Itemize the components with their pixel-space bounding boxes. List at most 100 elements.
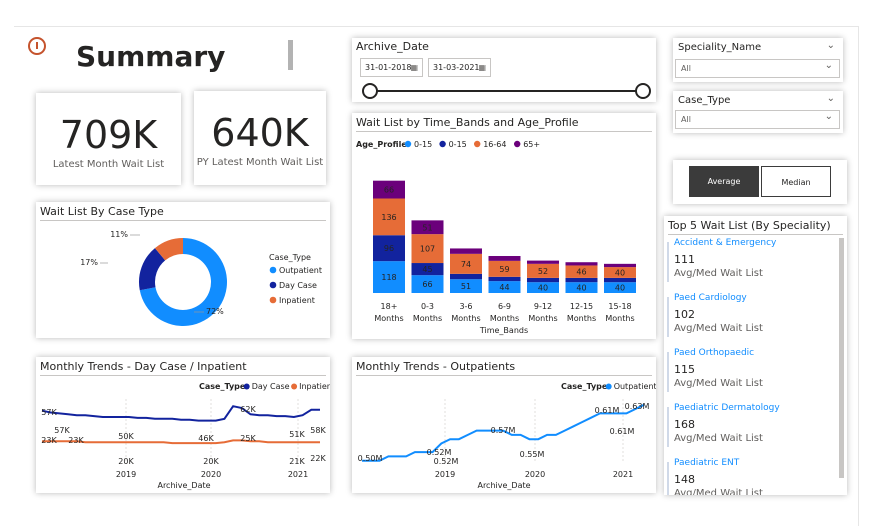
calendar-icon[interactable]: ▦ — [478, 59, 486, 76]
legend-marker — [243, 383, 250, 390]
legend-marker — [269, 281, 277, 289]
donut-chart[interactable]: 72% 17% 11% Case_Type Outpatient Day Case Inpa… — [36, 202, 330, 338]
slicer-title: Case_Type — [678, 95, 731, 106]
bar-data-label: 66 — [384, 186, 394, 195]
series-line — [41, 405, 320, 422]
x-tick-label: Months — [374, 314, 403, 323]
average-button[interactable]: Average — [689, 166, 759, 197]
info-icon[interactable] — [28, 37, 46, 55]
line-data-label: 0.50M — [358, 454, 383, 463]
bar-segment — [604, 277, 636, 283]
x-tick-label: Months — [567, 314, 596, 323]
top5-item-sublabel: Avg/Med Wait List — [674, 268, 763, 279]
donut-data-label: 11% — [110, 230, 128, 239]
legend-label: 0-15 — [414, 140, 432, 149]
top5-item-bar — [667, 297, 669, 337]
line-data-label: 0.52M — [434, 457, 459, 466]
daycase-line-chart[interactable]: Case_Type Day Case Inpatient 2019 2020 2021 Ar… — [36, 357, 330, 493]
bar-data-label: 107 — [420, 245, 435, 254]
x-tick-label: Months — [490, 314, 519, 323]
top5-item-name[interactable]: Paediatric ENT — [674, 458, 739, 468]
x-tick-label: Months — [413, 314, 442, 323]
scrollbar[interactable] — [839, 238, 844, 478]
bar-segment — [488, 276, 521, 282]
x-tick-label: 3-6 — [459, 302, 472, 311]
x-axis-title: Time_Bands — [479, 326, 528, 335]
line-data-label: 25K — [240, 434, 256, 443]
legend-marker — [291, 383, 298, 390]
x-tick-label: Months — [605, 314, 634, 323]
x-tick-label: 2020 — [525, 470, 545, 479]
range-start-handle[interactable] — [362, 83, 378, 99]
line-data-label: 20K — [118, 457, 134, 466]
chevron-down-icon[interactable]: ⌄ — [825, 108, 833, 125]
legend-marker — [404, 140, 412, 148]
top5-item-name[interactable]: Paed Orthopaedic — [674, 348, 754, 358]
x-tick-label: 18+ — [381, 302, 398, 311]
top5-item-value: 115 — [674, 363, 695, 376]
line-data-label: 0.57M — [491, 426, 516, 435]
stacked-bar-chart[interactable]: Age_Profile 0-15 0-15 16-64 65+ 118 96 136 66 18+… — [352, 113, 656, 339]
bar-data-label: 136 — [381, 213, 396, 222]
bar-data-label: 52 — [538, 267, 548, 276]
chevron-down-icon[interactable]: ⌄ — [827, 40, 835, 51]
start-date-input[interactable]: 31-01-2018 ▦ — [360, 58, 423, 77]
donut-data-label: 72% — [206, 307, 224, 316]
line-data-label: 20K — [203, 457, 219, 466]
bar-segment — [604, 263, 636, 268]
calendar-icon[interactable]: ▦ — [410, 59, 418, 76]
bar-data-label: 46 — [576, 268, 586, 277]
x-axis-title: Archive_Date — [477, 481, 530, 490]
top5-item-sublabel: Avg/Med Wait List — [674, 323, 763, 334]
kpi-value: 709K — [59, 113, 158, 157]
avg-median-toggle: Average Median — [673, 160, 847, 204]
chevron-down-icon[interactable]: ⌄ — [827, 93, 835, 104]
line-data-label: 0.61M — [610, 427, 635, 436]
x-tick-label: Months — [528, 314, 557, 323]
line-data-label: 0.52M — [427, 448, 452, 457]
kpi-card-latest: 709K Latest Month Wait List — [36, 93, 181, 185]
legend-title: Age_Profile — [356, 140, 407, 149]
dropdown-value: All — [681, 115, 691, 124]
x-tick-label: 9-12 — [534, 302, 552, 311]
page-title: Summary — [76, 40, 226, 73]
bar-segment — [450, 248, 482, 254]
speciality-slicer: Speciality_Name ⌄ All ⌄ — [673, 38, 843, 82]
bar-data-label: 40 — [576, 284, 586, 293]
x-tick-label: 2019 — [116, 470, 136, 479]
donut-visual: Wait List By Case Type 72% 17% 11% Case_Typ… — [36, 202, 330, 338]
x-tick-label: 12-15 — [570, 302, 593, 311]
outpatient-line-chart[interactable]: Case_Type Outpatient 2019 2020 2021 Archive_D… — [352, 357, 656, 493]
kpi-value: 640K — [211, 111, 309, 155]
line-data-label: 58K — [310, 426, 326, 435]
top5-item-name[interactable]: Accident & Emergency — [674, 238, 776, 248]
line-data-label: 57K — [41, 408, 57, 417]
top5-item-value: 102 — [674, 308, 695, 321]
end-date-value: 31-03-2021 — [433, 63, 480, 72]
slicer-title: Speciality_Name — [678, 42, 762, 53]
title-underline — [668, 234, 843, 235]
top5-visual: Top 5 Wait List (By Speciality) Accident… — [664, 216, 847, 495]
chevron-down-icon[interactable]: ⌄ — [825, 57, 833, 74]
speciality-dropdown[interactable]: All ⌄ — [675, 59, 840, 78]
donut-data-label: 17% — [80, 258, 98, 267]
legend-label: Inpatient — [279, 296, 315, 305]
top5-item-sublabel: Avg/Med Wait List — [674, 433, 763, 444]
top5-item-bar — [667, 352, 669, 392]
x-tick-label: 15-18 — [608, 302, 631, 311]
median-button[interactable]: Median — [761, 166, 831, 197]
top5-item-name[interactable]: Paediatric Dermatology — [674, 403, 780, 413]
x-axis-title: Archive_Date — [157, 481, 210, 490]
range-end-handle[interactable] — [635, 83, 651, 99]
top5-item-name[interactable]: Paed Cardiology — [674, 293, 747, 303]
bar-data-label: 40 — [615, 268, 625, 277]
dropdown-value: All — [681, 64, 691, 73]
end-date-input[interactable]: 31-03-2021 ▦ — [428, 58, 491, 77]
line-data-label: 62K — [240, 405, 256, 414]
bar-segment — [565, 277, 598, 283]
casetype-dropdown[interactable]: All ⌄ — [675, 110, 840, 129]
x-tick-label: 6-9 — [498, 302, 511, 311]
daycase-trend-visual: Monthly Trends - Day Case / Inpatient Ca… — [36, 357, 330, 493]
legend-title: Case_Type — [199, 382, 246, 391]
bar-data-label: 96 — [384, 244, 394, 253]
